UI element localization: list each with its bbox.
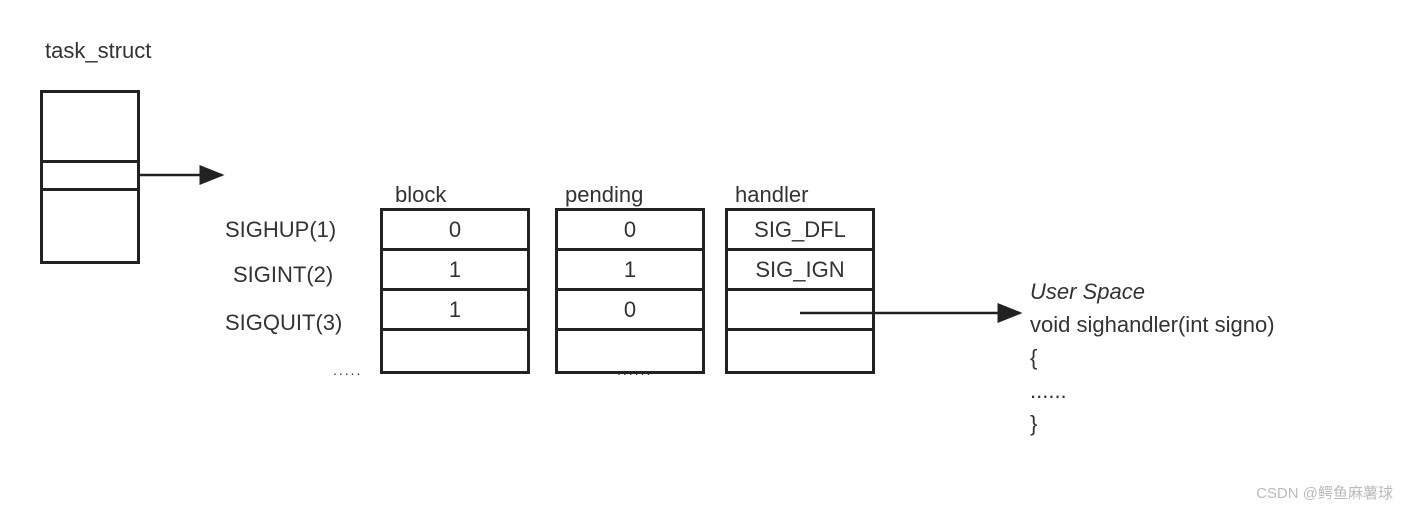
block-cell-empty: [383, 331, 527, 371]
user-space-block: User Space void sighandler(int signo) { …: [1030, 275, 1275, 440]
pending-cell: 0: [558, 211, 702, 251]
row-dots: .....: [333, 362, 362, 378]
task-struct-box: [40, 90, 140, 264]
handler-header: handler: [735, 182, 808, 208]
block-cell: 1: [383, 251, 527, 291]
block-column: 0 1 1: [380, 208, 530, 374]
pending-cell: 1: [558, 251, 702, 291]
user-space-line: {: [1030, 341, 1275, 374]
pending-cell: 0: [558, 291, 702, 331]
title-label: task_struct: [45, 38, 151, 64]
block-cell: 0: [383, 211, 527, 251]
handler-column: SIG_DFL SIG_IGN: [725, 208, 875, 374]
block-header: block: [395, 182, 446, 208]
user-space-line: }: [1030, 407, 1275, 440]
struct-row: [43, 191, 137, 261]
block-cell: 1: [383, 291, 527, 331]
pending-column: 0 1 0: [555, 208, 705, 374]
struct-row: [43, 93, 137, 163]
user-space-title: User Space: [1030, 275, 1275, 308]
pending-header: pending: [565, 182, 643, 208]
col-dots: ......: [617, 362, 652, 378]
handler-cell: [728, 291, 872, 331]
struct-mid-row: [43, 163, 137, 191]
row-label-sigint: SIGINT(2): [233, 262, 333, 288]
row-label-sighup: SIGHUP(1): [225, 217, 336, 243]
row-label-sigquit: SIGQUIT(3): [225, 310, 342, 336]
watermark: CSDN @鳄鱼麻薯球: [1256, 482, 1393, 503]
user-space-line: ......: [1030, 374, 1275, 407]
handler-cell-empty: [728, 331, 872, 371]
handler-cell: SIG_IGN: [728, 251, 872, 291]
user-space-line: void sighandler(int signo): [1030, 308, 1275, 341]
handler-cell: SIG_DFL: [728, 211, 872, 251]
